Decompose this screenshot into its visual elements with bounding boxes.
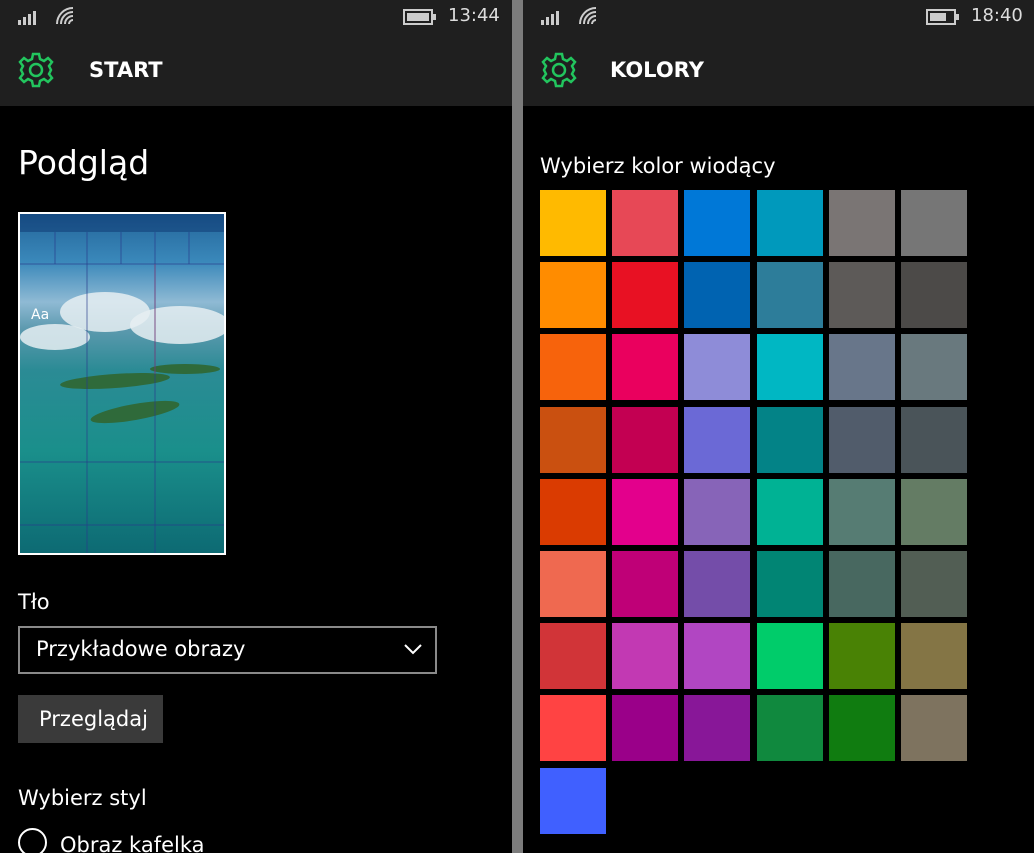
- dropdown-value: Przykładowe obrazy: [36, 637, 246, 661]
- wifi-icon: [579, 7, 597, 25]
- color-swatch[interactable]: [612, 623, 678, 689]
- color-swatch[interactable]: [684, 479, 750, 545]
- battery-icon: [403, 9, 436, 25]
- color-swatch[interactable]: [757, 479, 823, 545]
- color-swatch[interactable]: [829, 695, 895, 761]
- status-time: 18:40: [971, 5, 1023, 26]
- start-preview-image: Aa: [18, 212, 226, 555]
- settings-gear-icon: [18, 52, 54, 88]
- background-dropdown[interactable]: Przykładowe obrazy: [18, 626, 437, 674]
- app-title: KOLORY: [610, 58, 704, 82]
- color-swatch[interactable]: [612, 695, 678, 761]
- color-swatch[interactable]: [757, 695, 823, 761]
- color-swatch[interactable]: [757, 623, 823, 689]
- color-swatch[interactable]: [612, 334, 678, 400]
- preview-sample-text: Aa: [31, 307, 50, 323]
- color-swatch[interactable]: [829, 479, 895, 545]
- color-swatch[interactable]: [540, 768, 606, 834]
- color-swatch[interactable]: [540, 334, 606, 400]
- color-swatch[interactable]: [540, 407, 606, 473]
- color-swatch[interactable]: [612, 407, 678, 473]
- color-swatch[interactable]: [829, 623, 895, 689]
- color-swatch[interactable]: [901, 695, 967, 761]
- color-swatch[interactable]: [901, 190, 967, 256]
- signal-icon: [541, 11, 559, 25]
- color-swatch[interactable]: [540, 262, 606, 328]
- signal-icon: [18, 11, 36, 25]
- color-swatch[interactable]: [612, 551, 678, 617]
- color-swatch[interactable]: [757, 262, 823, 328]
- app-title: START: [89, 58, 163, 82]
- settings-gear-icon: [541, 52, 577, 88]
- color-swatch[interactable]: [684, 334, 750, 400]
- status-time: 13:44: [448, 5, 500, 26]
- app-header: START: [0, 34, 512, 106]
- accent-color-heading: Wybierz kolor wiodący: [540, 154, 776, 178]
- color-swatch[interactable]: [901, 407, 967, 473]
- color-swatch[interactable]: [612, 262, 678, 328]
- color-swatch[interactable]: [684, 695, 750, 761]
- browse-button[interactable]: Przeglądaj: [18, 695, 163, 743]
- wifi-icon: [56, 7, 74, 25]
- color-swatch[interactable]: [540, 695, 606, 761]
- color-swatch[interactable]: [901, 623, 967, 689]
- color-swatch[interactable]: [612, 479, 678, 545]
- preview-heading: Podgląd: [18, 143, 150, 182]
- color-swatch[interactable]: [757, 334, 823, 400]
- browse-button-label: Przeglądaj: [39, 707, 148, 731]
- color-swatch[interactable]: [684, 190, 750, 256]
- color-swatch[interactable]: [684, 262, 750, 328]
- color-swatch[interactable]: [757, 407, 823, 473]
- color-swatch[interactable]: [612, 190, 678, 256]
- battery-icon: [926, 9, 959, 25]
- color-swatch[interactable]: [829, 262, 895, 328]
- style-label: Wybierz styl: [18, 786, 147, 810]
- color-swatch[interactable]: [684, 623, 750, 689]
- background-label: Tło: [18, 590, 50, 614]
- color-swatch[interactable]: [901, 262, 967, 328]
- color-swatch[interactable]: [540, 623, 606, 689]
- status-bar: 13:44: [0, 0, 512, 34]
- color-swatch[interactable]: [829, 407, 895, 473]
- screenshot-divider: [512, 0, 523, 853]
- colors-settings-screen: 18:40 KOLORY Wybierz kolor wiodący: [523, 0, 1034, 853]
- app-header: KOLORY: [523, 34, 1034, 106]
- color-swatch[interactable]: [829, 190, 895, 256]
- color-swatch[interactable]: [901, 551, 967, 617]
- color-swatch[interactable]: [540, 551, 606, 617]
- color-swatch[interactable]: [540, 479, 606, 545]
- color-swatch[interactable]: [901, 334, 967, 400]
- color-swatch[interactable]: [540, 190, 606, 256]
- color-swatch[interactable]: [829, 334, 895, 400]
- color-swatch[interactable]: [684, 551, 750, 617]
- chevron-down-icon: [404, 644, 422, 655]
- start-settings-screen: 13:44 START Podgląd Aa Tło Przykładowe o…: [0, 0, 512, 853]
- color-swatch[interactable]: [901, 479, 967, 545]
- color-swatch[interactable]: [757, 190, 823, 256]
- color-swatch[interactable]: [829, 551, 895, 617]
- color-swatch[interactable]: [684, 407, 750, 473]
- tile-image-radio[interactable]: [18, 828, 47, 853]
- tile-image-radio-label: Obraz kafelka: [60, 833, 205, 853]
- color-swatch[interactable]: [757, 551, 823, 617]
- status-bar: 18:40: [523, 0, 1034, 34]
- tile-grid-overlay: [20, 214, 224, 553]
